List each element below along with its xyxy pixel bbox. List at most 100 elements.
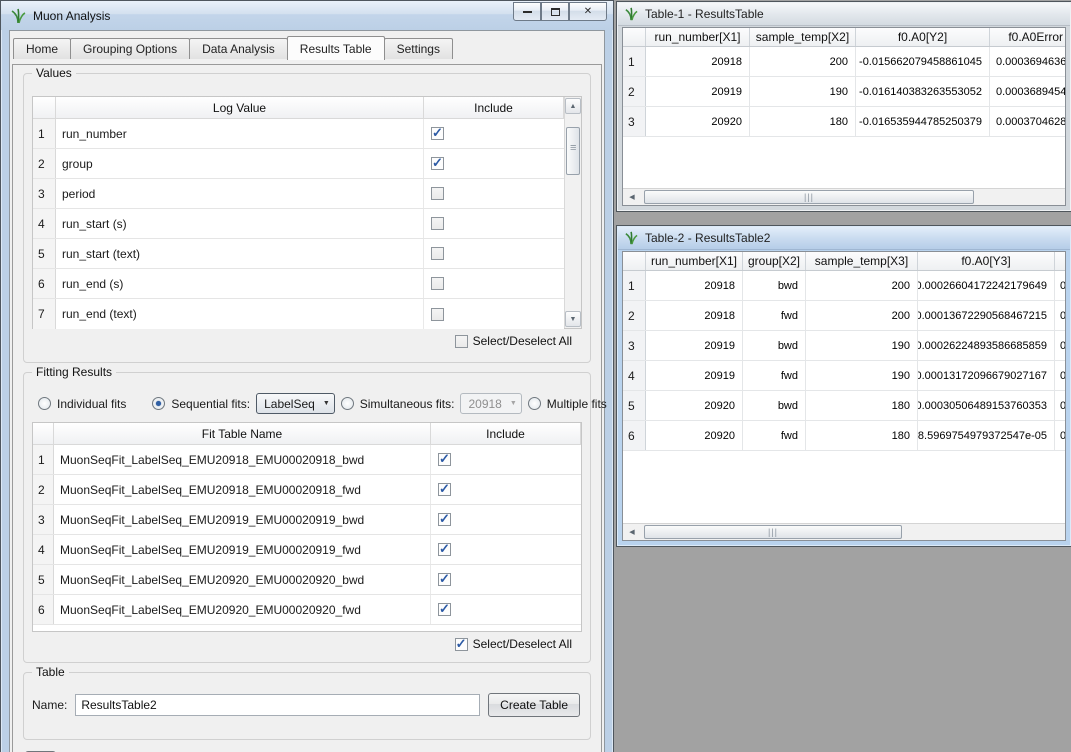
select-all-label: Select/Deselect All: [473, 637, 572, 651]
maximize-button[interactable]: [541, 2, 569, 21]
include-checkbox[interactable]: [438, 543, 451, 556]
close-button[interactable]: ✕: [569, 2, 607, 21]
table-row[interactable]: 4 20919 fwd 190 0.00013172096679027167 0: [623, 361, 1065, 391]
include-checkbox[interactable]: [431, 247, 444, 260]
table-row[interactable]: 3 20919 bwd 190 0.00026224893586685859 0: [623, 331, 1065, 361]
table2-title-bar[interactable]: Table-2 - ResultsTable2: [618, 227, 1070, 250]
values-groupbox: Values Log Value Include 1 run_number: [23, 73, 591, 363]
fitting-results-group-label: Fitting Results: [32, 365, 116, 379]
table1-horizontal-scrollbar[interactable]: ◀: [623, 188, 1065, 205]
tab-home[interactable]: Home: [13, 38, 71, 59]
mantid-icon: [11, 8, 26, 24]
scrollbar-thumb[interactable]: [644, 190, 974, 204]
table-row[interactable]: 4 MuonSeqFit_LabelSeq_EMU20919_EMU000209…: [33, 535, 581, 565]
values-vertical-scrollbar[interactable]: ▲ ▼: [564, 97, 581, 328]
multiple-fits-radio[interactable]: [528, 397, 541, 410]
table1-title-bar[interactable]: Table-1 - ResultsTable: [618, 3, 1070, 26]
tab-settings[interactable]: Settings: [384, 38, 453, 59]
include-checkbox[interactable]: [431, 308, 444, 321]
window-title: Muon Analysis: [33, 9, 110, 23]
table-row[interactable]: 5 run_start (text): [33, 239, 564, 269]
fit-table-name-column-header[interactable]: Fit Table Name: [54, 423, 431, 444]
column-header[interactable]: [1055, 252, 1065, 270]
table-row[interactable]: 2 20919 190 -0.016140383263553052 0.0003…: [623, 77, 1065, 107]
scroll-left-icon[interactable]: ◀: [624, 189, 640, 205]
column-header[interactable]: run_number[X1]: [646, 252, 743, 270]
muon-title-bar[interactable]: Muon Analysis ✕: [1, 1, 613, 30]
table-name-row: Name: Create Table: [24, 673, 590, 733]
tab-data-analysis[interactable]: Data Analysis: [189, 38, 288, 59]
scroll-up-icon[interactable]: ▲: [565, 98, 581, 114]
table2-horizontal-scrollbar[interactable]: ◀: [623, 523, 1065, 540]
select-all-checkbox[interactable]: [455, 638, 468, 651]
table-groupbox: Table Name: Create Table: [23, 672, 591, 740]
table-name-input[interactable]: [75, 694, 480, 716]
individual-fits-label: Individual fits: [57, 397, 126, 411]
scroll-left-icon[interactable]: ◀: [624, 524, 640, 540]
corner-header-cell: [33, 97, 56, 118]
table1-header-row: run_number[X1] sample_temp[X2] f0.A0[Y2]…: [623, 28, 1065, 47]
column-header[interactable]: sample_temp[X2]: [750, 28, 856, 46]
column-header[interactable]: group[X2]: [743, 252, 806, 270]
name-label: Name:: [32, 698, 67, 712]
table-row[interactable]: 5 20920 bwd 180 0.00030506489153760353 0: [623, 391, 1065, 421]
simultaneous-fits-radio[interactable]: [341, 397, 354, 410]
column-header[interactable]: run_number[X1]: [646, 28, 750, 46]
create-table-button[interactable]: Create Table: [488, 693, 580, 717]
include-checkbox[interactable]: [431, 217, 444, 230]
table-row[interactable]: 2 group: [33, 149, 564, 179]
column-header[interactable]: f0.A0[Y2]: [856, 28, 990, 46]
fit-table: Fit Table Name Include 1 MuonSeqFit_Labe…: [32, 422, 582, 632]
tab-results-table[interactable]: Results Table: [287, 36, 385, 60]
values-table-header: Log Value Include: [33, 97, 564, 119]
table-group-label: Table: [32, 665, 69, 679]
table-row[interactable]: 1 20918 200 -0.015662079458861045 0.0003…: [623, 47, 1065, 77]
table1-body: run_number[X1] sample_temp[X2] f0.A0[Y2]…: [622, 27, 1066, 206]
scrollbar-thumb[interactable]: [644, 525, 902, 539]
table-row[interactable]: 7 run_end (text): [33, 299, 564, 329]
table-row[interactable]: 2 MuonSeqFit_LabelSeq_EMU20918_EMU000209…: [33, 475, 581, 505]
table-row[interactable]: 1 run_number: [33, 119, 564, 149]
table-row[interactable]: 3 MuonSeqFit_LabelSeq_EMU20919_EMU000209…: [33, 505, 581, 535]
minimize-button[interactable]: [513, 2, 541, 21]
table-row[interactable]: 2 20918 fwd 200 0.00013672290568467215 0: [623, 301, 1065, 331]
sequential-fit-combobox[interactable]: LabelSeq ▼: [256, 393, 335, 414]
table-row[interactable]: 6 MuonSeqFit_LabelSeq_EMU20920_EMU000209…: [33, 595, 581, 625]
chevron-down-icon: ▼: [323, 400, 330, 407]
select-all-checkbox[interactable]: [455, 335, 468, 348]
sequential-fits-radio[interactable]: [152, 397, 165, 410]
table-row[interactable]: 1 MuonSeqFit_LabelSeq_EMU20918_EMU000209…: [33, 445, 581, 475]
include-column-header[interactable]: Include: [431, 423, 581, 444]
column-header[interactable]: f0.A0Error: [990, 28, 1065, 46]
simultaneous-fit-combobox: 20918 ▼: [460, 393, 521, 414]
include-checkbox[interactable]: [431, 127, 444, 140]
include-checkbox[interactable]: [438, 603, 451, 616]
scroll-down-icon[interactable]: ▼: [565, 311, 581, 327]
table-row[interactable]: 6 run_end (s): [33, 269, 564, 299]
column-header[interactable]: sample_temp[X3]: [806, 252, 918, 270]
include-checkbox[interactable]: [431, 157, 444, 170]
muon-client-area: Home Grouping Options Data Analysis Resu…: [9, 30, 605, 752]
individual-fits-radio[interactable]: [38, 397, 51, 410]
include-checkbox[interactable]: [438, 483, 451, 496]
table-row[interactable]: 3 period: [33, 179, 564, 209]
include-checkbox[interactable]: [438, 453, 451, 466]
include-checkbox[interactable]: [438, 513, 451, 526]
include-column-header[interactable]: Include: [424, 97, 564, 118]
results-table-panel: Values Log Value Include 1 run_number: [12, 64, 602, 752]
table-row[interactable]: 3 20920 180 -0.016535944785250379 0.0003…: [623, 107, 1065, 137]
tab-grouping-options[interactable]: Grouping Options: [70, 38, 190, 59]
table-row[interactable]: 4 run_start (s): [33, 209, 564, 239]
table-row[interactable]: 5 MuonSeqFit_LabelSeq_EMU20920_EMU000209…: [33, 565, 581, 595]
table-row[interactable]: 1 20918 bwd 200 0.00026604172242179649 0: [623, 271, 1065, 301]
close-icon: ✕: [584, 6, 592, 17]
minimize-icon: [523, 10, 532, 13]
include-checkbox[interactable]: [431, 187, 444, 200]
column-header[interactable]: f0.A0[Y3]: [918, 252, 1055, 270]
table-row[interactable]: 6 20920 fwd 180 8.5969754979372547e-05 0: [623, 421, 1065, 451]
include-checkbox[interactable]: [431, 277, 444, 290]
muon-analysis-window: Muon Analysis ✕ Home Grouping Options Da…: [0, 0, 614, 752]
include-checkbox[interactable]: [438, 573, 451, 586]
scrollbar-thumb[interactable]: [566, 127, 580, 175]
log-value-column-header[interactable]: Log Value: [56, 97, 424, 118]
